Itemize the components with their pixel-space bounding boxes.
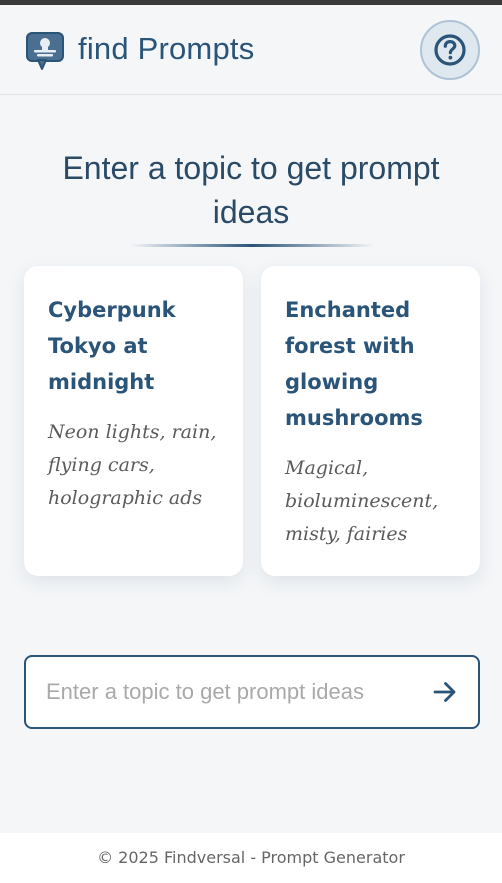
footer-text: © 2025 Findversal - Prompt Generator [97, 848, 405, 867]
app-header: find Prompts [0, 5, 502, 95]
card-description: Neon lights, rain, flying cars, holograp… [48, 421, 217, 509]
topic-search-box [24, 655, 480, 729]
help-button[interactable] [420, 20, 480, 80]
prompt-card-cyberpunk[interactable]: Cyberpunk Tokyo at midnight Neon lights,… [24, 266, 243, 576]
card-description: Magical, bioluminescent, misty, fairies [285, 457, 439, 545]
question-circle-icon [434, 34, 466, 66]
card-title: Enchanted forest with glowing mushrooms [285, 298, 423, 430]
submit-button[interactable] [422, 669, 468, 715]
card-title: Cyberpunk Tokyo at midnight [48, 298, 176, 394]
arrow-right-icon [433, 682, 456, 702]
page-heading: Enter a topic to get prompt ideas [62, 150, 440, 230]
chat-lightbulb-icon[interactable] [24, 29, 66, 73]
topic-input[interactable] [46, 657, 416, 727]
app-title: find Prompts [78, 31, 255, 66]
prompt-card-enchanted-forest[interactable]: Enchanted forest with glowing mushrooms … [261, 266, 480, 576]
footer: © 2025 Findversal - Prompt Generator [0, 833, 502, 883]
heading-divider [130, 244, 374, 247]
